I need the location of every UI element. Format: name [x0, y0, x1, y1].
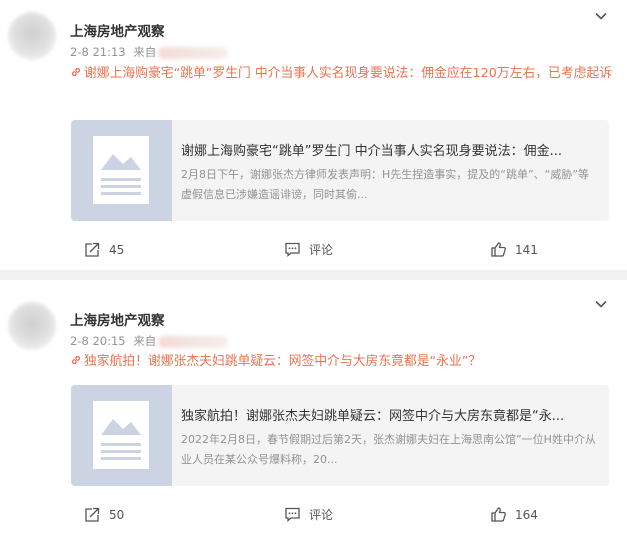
comment-label: 评论 — [309, 508, 334, 522]
feed-post: 上海房地产观察 2-8 20:15 来自 独家航拍！谢娜张杰夫妇跳单疑云：网签中… — [0, 280, 627, 534]
author-name[interactable]: 上海房地产观察 — [70, 20, 165, 40]
source-prefix: 来自 — [133, 45, 157, 59]
article-thumbnail — [71, 385, 172, 486]
link-icon — [71, 355, 81, 365]
post-time[interactable]: 2-8 21:13 — [70, 45, 126, 59]
comment-icon — [285, 507, 300, 522]
avatar[interactable] — [8, 12, 56, 60]
like-icon — [491, 242, 506, 257]
source-prefix: 来自 — [133, 334, 157, 348]
link-card[interactable]: 谢娜上海购豪宅“跳单”罗生门 中介当事人实名现身要说法：佣金... 2月8日下午… — [71, 120, 609, 221]
source-name-blurred — [158, 46, 229, 59]
like-icon — [491, 507, 506, 522]
document-icon — [93, 136, 149, 204]
link-icon — [71, 67, 81, 77]
author-name[interactable]: 上海房地产观察 — [70, 309, 165, 329]
repost-button[interactable]: 50 — [84, 506, 124, 523]
post-content-text: 独家航拍！谢娜张杰夫妇跳单疑云：网签中介与大房东竟都是“永业”？ — [84, 354, 482, 369]
document-icon — [93, 401, 149, 469]
card-title: 谢娜上海购豪宅“跳单”罗生门 中介当事人实名现身要说法：佣金... — [181, 144, 562, 159]
like-button[interactable]: 141 — [490, 241, 538, 258]
card-description: 2月8日下午，谢娜张杰方律师发表声明：H先生捏造事实，提及的“跳单”、“威胁”等… — [181, 168, 590, 201]
post-meta: 2-8 21:13 来自 — [70, 44, 229, 60]
repost-icon — [85, 507, 100, 522]
feed-separator — [0, 270, 627, 280]
post-content-text: 谢娜上海购豪宅“跳单”罗生门 中介当事人实名现身要说法：佣金应在120万左右，已… — [84, 66, 613, 81]
link-card[interactable]: 独家航拍！谢娜张杰夫妇跳单疑云：网签中介与大房东竟都是“永... 2022年2月… — [71, 385, 609, 486]
repost-icon — [85, 242, 100, 257]
repost-count: 50 — [109, 508, 125, 522]
avatar[interactable] — [8, 302, 56, 350]
article-thumbnail — [71, 120, 172, 221]
repost-button[interactable]: 45 — [84, 241, 124, 258]
like-button[interactable]: 164 — [490, 506, 538, 523]
chevron-down-icon[interactable] — [593, 296, 609, 312]
card-description: 2022年2月8日，春节假期过后第2天，张杰谢娜夫妇在上海思南公馆”一位H姓中介… — [181, 433, 596, 466]
like-count: 141 — [515, 243, 538, 257]
comment-icon — [285, 242, 300, 257]
comment-button[interactable]: 评论 — [284, 241, 333, 258]
chevron-down-icon[interactable] — [593, 8, 609, 24]
card-title: 独家航拍！谢娜张杰夫妇跳单疑云：网签中介与大房东竟都是“永... — [181, 409, 565, 424]
post-content-link[interactable]: 独家航拍！谢娜张杰夫妇跳单疑云：网签中介与大房东竟都是“永业”？ — [70, 350, 615, 373]
source-name-blurred — [158, 335, 229, 348]
repost-count: 45 — [109, 243, 125, 257]
feed-post: 上海房地产观察 2-8 21:13 来自 谢娜上海购豪宅“跳单”罗生门 中介当事… — [0, 0, 627, 270]
post-meta: 2-8 20:15 来自 — [70, 333, 229, 349]
post-time[interactable]: 2-8 20:15 — [70, 334, 126, 348]
like-count: 164 — [515, 508, 538, 522]
post-content-link[interactable]: 谢娜上海购豪宅“跳单”罗生门 中介当事人实名现身要说法：佣金应在120万左右，已… — [70, 62, 615, 85]
comment-label: 评论 — [309, 243, 334, 257]
comment-button[interactable]: 评论 — [284, 506, 333, 523]
